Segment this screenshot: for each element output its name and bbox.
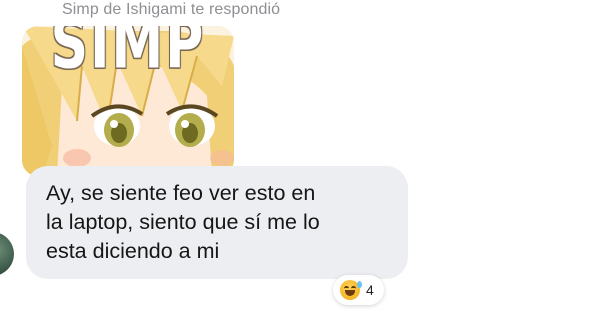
message-line: la laptop, siento que sí me lo — [46, 210, 320, 234]
sender-avatar[interactable] — [0, 232, 14, 276]
chat-thread: Simp de Ishigami te respondió SIMP Ay, s… — [0, 0, 600, 321]
reaction-count: 4 — [366, 282, 374, 298]
laughing-sweat-emoji-icon — [340, 280, 362, 300]
sticker-caption: SIMP — [50, 26, 206, 85]
reaction-pill[interactable]: 4 — [333, 275, 384, 305]
message-line: Ay, se siente feo ver esto en — [46, 181, 316, 205]
sticker-image[interactable]: SIMP — [22, 26, 234, 176]
message-line: esta diciendo a mi — [46, 239, 220, 263]
message-bubble[interactable]: Ay, se siente feo ver esto en la laptop,… — [26, 166, 408, 279]
reply-context-label: Simp de Ishigami te respondió — [62, 1, 281, 18]
